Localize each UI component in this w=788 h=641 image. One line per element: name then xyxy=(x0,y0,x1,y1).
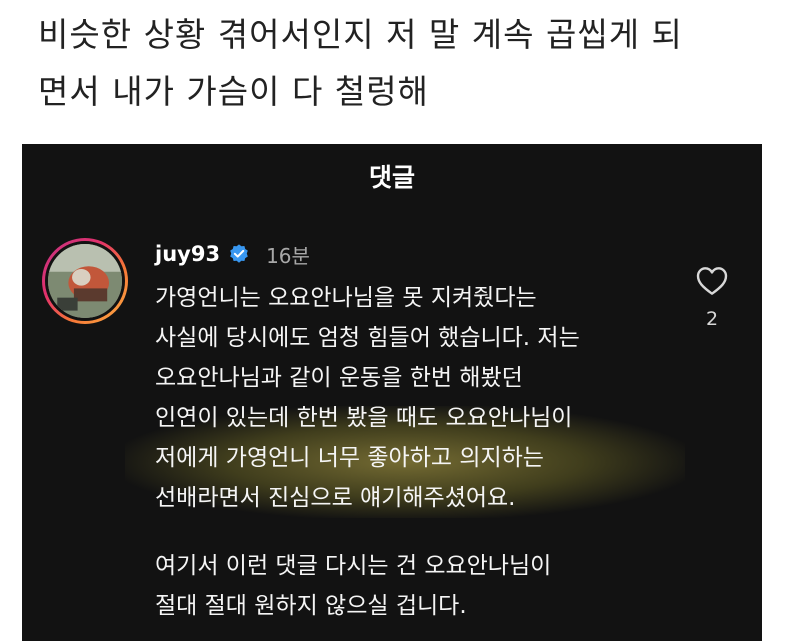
avatar-photo-icon xyxy=(48,244,122,318)
like-area: 2 xyxy=(692,266,732,330)
caption-line: 면서 내가 가슴이 다 철렁해 xyxy=(38,72,429,111)
post-caption: 비슷한 상황 겪어서인지 저 말 계속 곱씹게 되 면서 내가 가슴이 다 철렁… xyxy=(38,6,768,120)
avatar[interactable] xyxy=(42,238,128,324)
avatar-image xyxy=(45,241,125,321)
highlighted-passage: 인연이 있는데 한번 봤을 때도 오요안나님이 저에게 가영언니 너무 좋아하고… xyxy=(125,398,685,518)
like-count: 2 xyxy=(705,308,719,330)
comment-line: 인연이 있는데 한번 봤을 때도 오요안나님이 xyxy=(155,405,573,431)
caption-line: 비슷한 상황 겪어서인지 저 말 계속 곱씹게 되 xyxy=(38,15,683,54)
comment-header: juy93 16분 xyxy=(155,238,310,270)
comment-paragraph: 가영언니는 오요안나님을 못 지켜줬다는 사실에 당시에도 엄청 힘들어 했습니… xyxy=(125,278,685,518)
comment-text: 가영언니는 오요안나님을 못 지켜줬다는 사실에 당시에도 엄청 힘들어 했습니… xyxy=(125,278,685,626)
heart-outline-icon[interactable] xyxy=(696,266,728,296)
comments-screenshot: 댓글 juy93 16분 가영언니는 오요안나님을 못 지켜줬다는 사실에 당시… xyxy=(22,144,762,641)
comment-line: 사실에 당시에도 엄청 힘들어 했습니다. 저는 xyxy=(155,325,580,351)
comment-line: 가영언니는 오요안나님을 못 지켜줬다는 xyxy=(155,285,537,311)
comment-line: 선배라면서 진심으로 얘기해주셨어요. xyxy=(155,485,516,511)
comments-sheet-title: 댓글 xyxy=(368,163,415,192)
comment-line: 여기서 이런 댓글 다시는 건 오요안나님이 xyxy=(155,553,552,579)
comment-paragraph: 여기서 이런 댓글 다시는 건 오요안나님이 절대 절대 원하지 않으실 겁니다… xyxy=(155,546,675,626)
comment-line: 오요안나님과 같이 운동을 한번 해봤던 xyxy=(155,365,523,391)
username[interactable]: juy93 xyxy=(155,242,220,266)
comment-line: 저에게 가영언니 너무 좋아하고 의지하는 xyxy=(155,445,544,471)
verified-badge-icon xyxy=(230,244,248,263)
comment-line: 절대 절대 원하지 않으실 겁니다. xyxy=(155,593,467,619)
comment-timestamp: 16분 xyxy=(266,243,310,268)
